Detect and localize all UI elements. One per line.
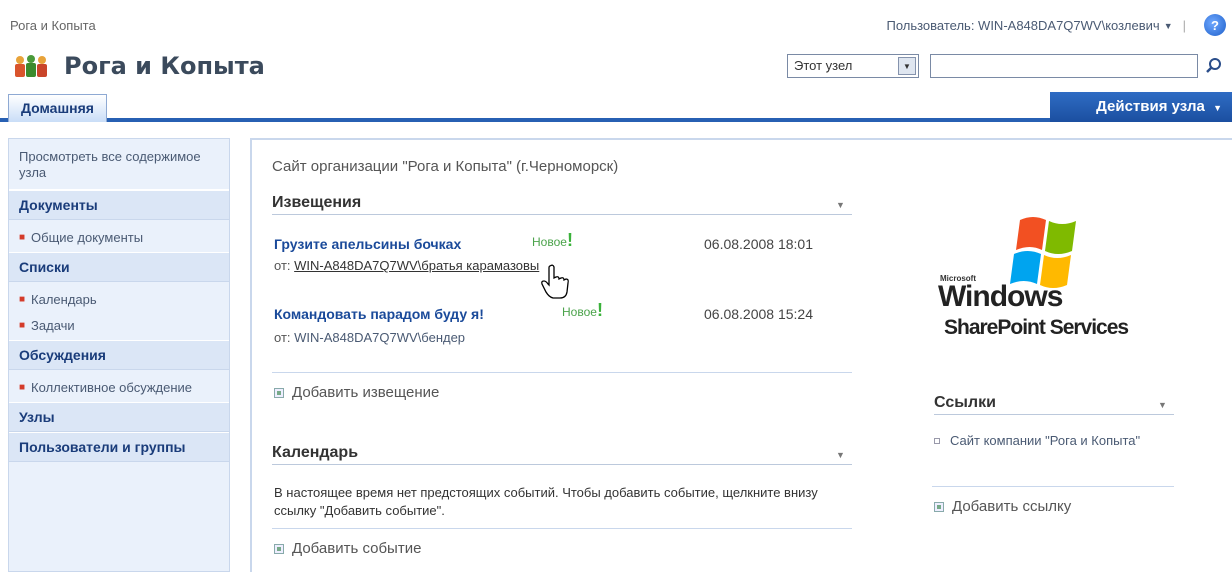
add-announcement-link[interactable]: Добавить извещение <box>274 384 439 401</box>
search-icon[interactable] <box>1204 56 1224 76</box>
announcement-title[interactable]: Грузите апельсины бочках <box>274 236 461 252</box>
add-event-link[interactable]: Добавить событие <box>274 540 421 557</box>
new-label: Новое <box>562 305 597 319</box>
separator: | <box>1182 18 1186 33</box>
people-logo-icon <box>15 55 47 77</box>
nav-heading-documents[interactable]: Документы <box>9 190 229 220</box>
chevron-down-icon[interactable]: ▼ <box>1164 21 1173 31</box>
site-description: Сайт организации "Рога и Копыта" (г.Черн… <box>272 158 619 175</box>
user-menu[interactable]: Пользователь: WIN-A848DA7Q7WV\козлевич ▼… <box>886 18 1192 33</box>
site-title[interactable]: Рога и Копыта <box>64 52 265 80</box>
user-label[interactable]: Пользователь: WIN-A848DA7Q7WV\козлевич <box>886 18 1159 33</box>
search-scope-select[interactable]: Этот узел ▼ <box>787 54 919 78</box>
nav-heading-people[interactable]: Пользователи и группы <box>9 432 229 462</box>
webpart-menu-icon[interactable]: ▼ <box>1158 400 1167 410</box>
chevron-down-icon[interactable]: ▼ <box>898 57 916 75</box>
nav-item-label: Задачи <box>31 318 75 333</box>
nav-item-tasks[interactable]: ■ Задачи <box>9 314 229 340</box>
nav-item-team-discussion[interactable]: ■ Коллективное обсуждение <box>9 370 229 402</box>
sharepoint-services-label: SharePoint Services <box>944 316 1129 339</box>
webpart-menu-icon[interactable]: ▼ <box>836 200 845 210</box>
new-badge: Новое! <box>562 300 603 321</box>
view-all-content-link[interactable]: Просмотреть все содержимое узла <box>9 139 229 190</box>
divider <box>932 486 1174 487</box>
add-link-link[interactable]: Добавить ссылку <box>934 498 1071 515</box>
links-title[interactable]: Ссылки <box>934 394 1174 415</box>
tab-bar: Домашняя Действия узла ▼ <box>0 92 1232 122</box>
add-icon <box>934 501 944 512</box>
add-icon <box>274 387 284 398</box>
new-label: Новое <box>532 235 567 249</box>
divider <box>272 528 852 529</box>
bullet-icon: ■ <box>19 320 26 331</box>
nav-item-label: Календарь <box>31 292 97 307</box>
author-link[interactable]: WIN-A848DA7Q7WV\братья карамазовы <box>294 258 539 273</box>
announcement-author-line: от: WIN-A848DA7Q7WV\братья карамазовы <box>274 258 539 273</box>
site-actions-menu[interactable]: Действия узла ▼ <box>1050 92 1232 122</box>
announcement-date: 06.08.2008 18:01 <box>704 236 813 252</box>
nav-item-shared-documents[interactable]: ■ Общие документы <box>9 220 229 252</box>
site-header: Рога и Копыта Этот узел ▼ <box>0 46 1232 88</box>
nav-item-calendar[interactable]: ■ Календарь <box>9 282 229 314</box>
tab-home[interactable]: Домашняя <box>8 94 107 122</box>
search-input[interactable] <box>930 54 1198 78</box>
divider <box>272 372 852 373</box>
add-announcement-label: Добавить извещение <box>292 384 440 401</box>
add-icon <box>274 543 284 554</box>
link-item[interactable]: Сайт компании "Рога и Копыта" <box>934 432 1154 450</box>
link-label: Сайт компании "Рога и Копыта" <box>950 433 1141 448</box>
quick-launch: Просмотреть все содержимое узла Документ… <box>8 138 230 572</box>
scope-value: Этот узел <box>794 58 853 73</box>
nav-item-label: Коллективное обсуждение <box>31 380 193 395</box>
announcement-date: 06.08.2008 15:24 <box>704 306 813 322</box>
breadcrumb[interactable]: Рога и Копыта <box>10 18 96 33</box>
announcements-title[interactable]: Извещения <box>272 194 852 215</box>
calendar-title[interactable]: Календарь <box>272 444 852 465</box>
new-icon: ! <box>596 300 603 320</box>
nav-heading-discussions[interactable]: Обсуждения <box>9 340 229 370</box>
main-content: Сайт организации "Рога и Копыта" (г.Черн… <box>250 138 1232 572</box>
windows-label: Windows <box>938 280 1063 313</box>
from-label: от: <box>274 258 291 273</box>
help-icon[interactable]: ? <box>1204 14 1226 36</box>
hand-cursor-icon <box>541 264 569 299</box>
nav-item-label: Общие документы <box>31 230 144 245</box>
author-link[interactable]: WIN-A848DA7Q7WV\бендер <box>294 330 465 345</box>
bullet-icon <box>934 438 940 444</box>
bullet-icon: ■ <box>19 294 26 305</box>
add-event-label: Добавить событие <box>292 540 422 557</box>
bullet-icon: ■ <box>19 232 26 243</box>
site-actions-label: Действия узла <box>1096 98 1205 115</box>
new-icon: ! <box>566 230 573 250</box>
announcement-author-line: от: WIN-A848DA7Q7WV\бендер <box>274 330 465 345</box>
calendar-empty-text: В настоящее время нет предстоящих событи… <box>274 485 818 518</box>
wss-logo: Microsoft Windows SharePoint Services <box>938 210 1178 350</box>
from-label: от: <box>274 330 291 345</box>
new-badge: Новое! <box>532 230 573 251</box>
help-glyph: ? <box>1211 17 1219 33</box>
bullet-icon: ■ <box>19 382 26 393</box>
announcement-title[interactable]: Командовать парадом буду я! <box>274 306 484 322</box>
nav-heading-sites[interactable]: Узлы <box>9 402 229 432</box>
top-bar: Рога и Копыта Пользователь: WIN-A848DA7Q… <box>0 0 1232 40</box>
chevron-down-icon: ▼ <box>1213 103 1222 113</box>
nav-heading-lists[interactable]: Списки <box>9 252 229 282</box>
add-link-label: Добавить ссылку <box>952 498 1072 515</box>
webpart-menu-icon[interactable]: ▼ <box>836 450 845 460</box>
